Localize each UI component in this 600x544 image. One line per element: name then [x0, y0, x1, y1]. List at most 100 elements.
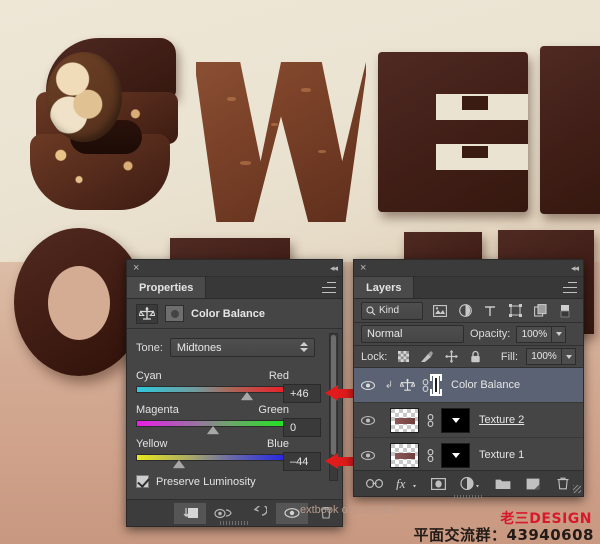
preserve-luminosity-label: Preserve Luminosity — [156, 476, 256, 488]
blend-mode-value: Normal — [367, 328, 402, 340]
preserve-luminosity-checkbox[interactable] — [136, 475, 149, 488]
filter-pixel-layers-icon[interactable] — [432, 303, 448, 319]
chevron-updown-icon — [300, 342, 308, 352]
slider-yellow-blue-track[interactable] — [136, 454, 289, 461]
lock-label: Lock: — [361, 351, 387, 363]
layer-visibility-icon[interactable] — [354, 415, 382, 426]
panel-resize-grip[interactable] — [573, 485, 581, 493]
photoshop-screenshot: × ◂◂ Properties Color Balance — [0, 0, 600, 544]
color-balance-icon[interactable] — [396, 378, 418, 392]
lock-transparent-pixels-icon[interactable] — [395, 349, 411, 365]
fill-value[interactable]: 100% — [526, 348, 562, 365]
layer-name[interactable]: Texture 2 — [479, 414, 524, 426]
opacity-label: Opacity: — [470, 328, 510, 340]
adjustment-header: Color Balance — [127, 299, 342, 329]
layer-name[interactable]: Texture 1 — [479, 449, 524, 461]
filter-kind-label: Kind — [379, 305, 399, 316]
layer-mask-thumbnail[interactable] — [435, 379, 437, 391]
slider-yellow-blue-knob[interactable] — [173, 460, 185, 468]
tab-layers[interactable]: Layers — [354, 277, 414, 298]
collapse-panel-icon[interactable]: ◂◂ — [571, 263, 578, 273]
tone-select[interactable]: Midtones — [170, 338, 315, 357]
color-balance-icon — [136, 304, 158, 324]
properties-panel: × ◂◂ Properties Color Balance — [126, 259, 343, 527]
layer-mask-thumbnail[interactable] — [441, 443, 470, 468]
link-layers-icon[interactable] — [365, 474, 385, 494]
table-row[interactable]: Texture 2 — [354, 403, 583, 438]
slider-magenta-green-right-label: Green — [258, 404, 289, 416]
svg-text:fx: fx — [396, 477, 406, 490]
tone-value: Midtones — [177, 342, 222, 354]
fill-dropdown-icon[interactable] — [562, 348, 576, 365]
add-layer-mask-icon[interactable] — [429, 474, 449, 494]
slider-magenta-green-left-label: Magenta — [136, 404, 179, 416]
lock-image-pixels-icon[interactable] — [419, 349, 435, 365]
blend-opacity-row: Normal Opacity: 100% — [354, 323, 583, 346]
slider-yellow-blue-left-label: Yellow — [136, 438, 167, 450]
layer-name[interactable]: Color Balance — [451, 379, 520, 391]
link-mask-icon[interactable] — [423, 449, 437, 462]
layer-thumbnail[interactable] — [390, 408, 419, 433]
layers-tab-row: Layers — [354, 277, 583, 299]
slider-cyan-red-track[interactable] — [136, 386, 289, 393]
slider-magenta-green-track[interactable] — [136, 420, 289, 427]
preserve-luminosity-row[interactable]: Preserve Luminosity — [136, 475, 333, 488]
layer-visibility-icon[interactable] — [354, 450, 382, 461]
clip-to-layer-icon[interactable] — [174, 503, 206, 524]
slider-magenta-green-knob[interactable] — [207, 426, 219, 434]
lock-fill-row: Lock: Fill: 100% — [354, 346, 583, 368]
layer-thumbnail[interactable] — [390, 443, 419, 468]
properties-titlebar: × ◂◂ — [127, 260, 342, 277]
slider-cyan-red-knob[interactable] — [241, 392, 253, 400]
filter-shape-layers-icon[interactable] — [507, 303, 523, 319]
new-group-icon[interactable] — [493, 474, 513, 494]
new-fill-adjustment-layer-icon[interactable] — [459, 474, 483, 494]
table-row[interactable]: ↲ Color Balance — [354, 368, 583, 403]
layer-visibility-icon[interactable] — [354, 380, 382, 391]
link-mask-icon[interactable] — [423, 414, 437, 427]
new-layer-icon[interactable] — [523, 474, 543, 494]
lock-all-icon[interactable] — [467, 349, 483, 365]
opacity-dropdown-icon[interactable] — [552, 326, 566, 343]
layer-list: ↲ Color Balance — [354, 368, 583, 473]
panel-menu-icon[interactable] — [322, 282, 336, 293]
blend-mode-select[interactable]: Normal — [361, 325, 464, 343]
panel-resize-grip[interactable] — [220, 521, 250, 525]
filter-smart-objects-icon[interactable] — [532, 303, 548, 319]
panel-bottom-grip[interactable] — [454, 495, 484, 499]
artwork-letter-e — [378, 52, 528, 212]
slider-cyan-red: Cyan Red +46 — [136, 370, 333, 393]
close-icon[interactable]: × — [360, 262, 366, 274]
lock-position-icon[interactable] — [443, 349, 459, 365]
clipping-mask-icon: ↲ — [382, 380, 396, 391]
filter-kind-select[interactable]: Kind — [361, 302, 423, 320]
tab-properties[interactable]: Properties — [127, 277, 206, 298]
collapse-panel-icon[interactable]: ◂◂ — [330, 263, 337, 273]
layer-mask-thumbnail[interactable] — [165, 305, 184, 322]
artwork-letter-o — [14, 228, 144, 376]
slider-yellow-blue-right-label: Blue — [267, 438, 289, 450]
filter-type-layers-icon[interactable] — [482, 303, 498, 319]
slider-yellow-blue-value[interactable]: –44 — [283, 452, 321, 471]
layer-filter-row: Kind — [354, 299, 583, 323]
layer-mask-thumbnail[interactable] — [441, 408, 470, 433]
watermark-qq-group: 平面交流群：43940608 — [414, 524, 595, 544]
layers-panel: × ◂◂ Layers Kind — [353, 259, 584, 497]
panel-menu-icon[interactable] — [563, 282, 577, 293]
fill-label: Fill: — [501, 351, 518, 363]
table-row[interactable]: Texture 1 — [354, 438, 583, 473]
watermark-translation-note: extbook of translation — [300, 504, 405, 516]
tone-label: Tone: — [136, 342, 163, 354]
close-icon[interactable]: × — [133, 262, 139, 274]
filter-adjustment-layers-icon[interactable] — [457, 303, 473, 319]
opacity-value[interactable]: 100% — [516, 326, 552, 343]
adjustment-title: Color Balance — [191, 308, 265, 320]
slider-magenta-green-value[interactable]: 0 — [283, 418, 321, 437]
tone-row: Tone: Midtones — [136, 338, 333, 357]
slider-cyan-red-value[interactable]: +46 — [283, 384, 321, 403]
delete-layer-icon[interactable] — [553, 474, 573, 494]
layer-style-fx-icon[interactable]: fx — [395, 474, 419, 494]
filter-toggle-icon[interactable] — [557, 303, 573, 319]
artwork-letter-w — [196, 62, 366, 222]
artwork-letter-exclamation — [540, 46, 600, 214]
